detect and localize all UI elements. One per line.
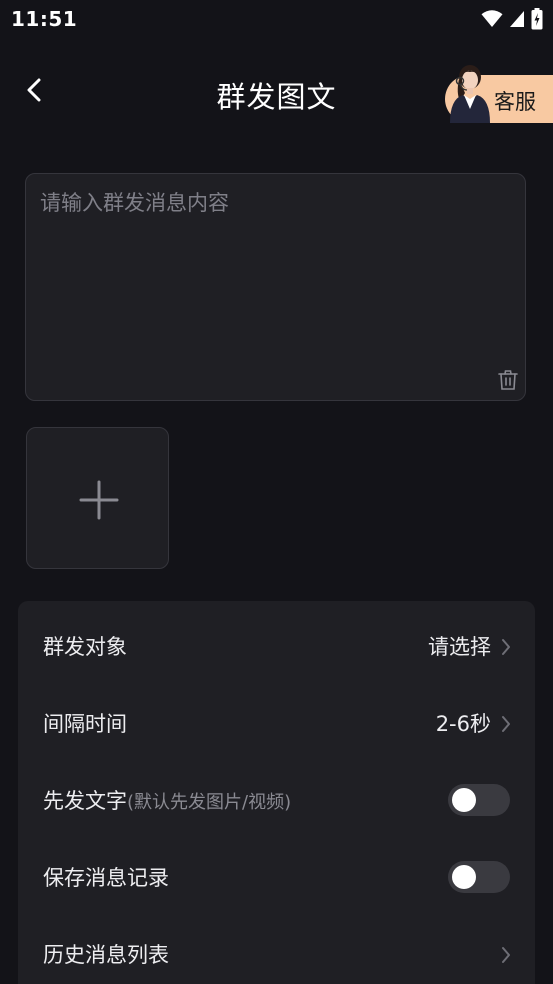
- text-first-label: 先发文字(默认先发图片/视频): [43, 785, 291, 815]
- save-record-label: 保存消息记录: [43, 866, 169, 890]
- history-label: 历史消息列表: [43, 943, 169, 967]
- save-record-toggle[interactable]: [448, 861, 510, 893]
- toggle-knob: [452, 865, 476, 889]
- status-bar: 11:51: [0, 0, 553, 38]
- text-first-hint: (默认先发图片/视频): [127, 792, 292, 813]
- battery-charging-icon: [531, 8, 543, 30]
- text-first-title: 先发文字: [43, 789, 127, 813]
- target-row[interactable]: 群发对象 请选择: [18, 609, 535, 669]
- interval-row[interactable]: 间隔时间 2-6秒: [18, 686, 535, 746]
- status-time: 11:51: [11, 7, 78, 31]
- customer-service-label: 客服: [494, 90, 536, 114]
- interval-value: 2-6秒: [435, 712, 491, 736]
- target-label: 群发对象: [43, 635, 127, 659]
- save-record-row: 保存消息记录: [18, 840, 535, 900]
- history-row[interactable]: 历史消息列表: [18, 917, 535, 977]
- page: 11:51 群发图文 客服 请输入群发消息内容 群发对象 请选择 间隔时间 2-…: [0, 0, 553, 984]
- message-input[interactable]: [40, 188, 511, 360]
- status-icons: [481, 8, 543, 30]
- header: 群发图文 客服: [0, 58, 553, 130]
- customer-service-button[interactable]: 客服: [445, 65, 553, 123]
- text-first-row: 先发文字(默认先发图片/视频): [18, 763, 535, 823]
- chevron-right-icon: [500, 714, 512, 734]
- toggle-knob: [452, 788, 476, 812]
- signal-icon: [509, 10, 525, 28]
- interval-label: 间隔时间: [43, 712, 127, 736]
- chevron-right-icon: [500, 945, 512, 965]
- text-first-toggle[interactable]: [448, 784, 510, 816]
- plus-icon: [79, 480, 119, 520]
- add-media-button[interactable]: [26, 427, 169, 569]
- trash-icon[interactable]: [496, 368, 520, 392]
- chevron-right-icon: [500, 637, 512, 657]
- wifi-icon: [481, 10, 503, 28]
- target-value: 请选择: [428, 635, 491, 659]
- message-box: [25, 173, 526, 401]
- agent-avatar: [445, 63, 497, 123]
- settings-card: 群发对象 请选择 间隔时间 2-6秒 先发文字(默认先发图片/视频) 保存消息记…: [18, 601, 535, 984]
